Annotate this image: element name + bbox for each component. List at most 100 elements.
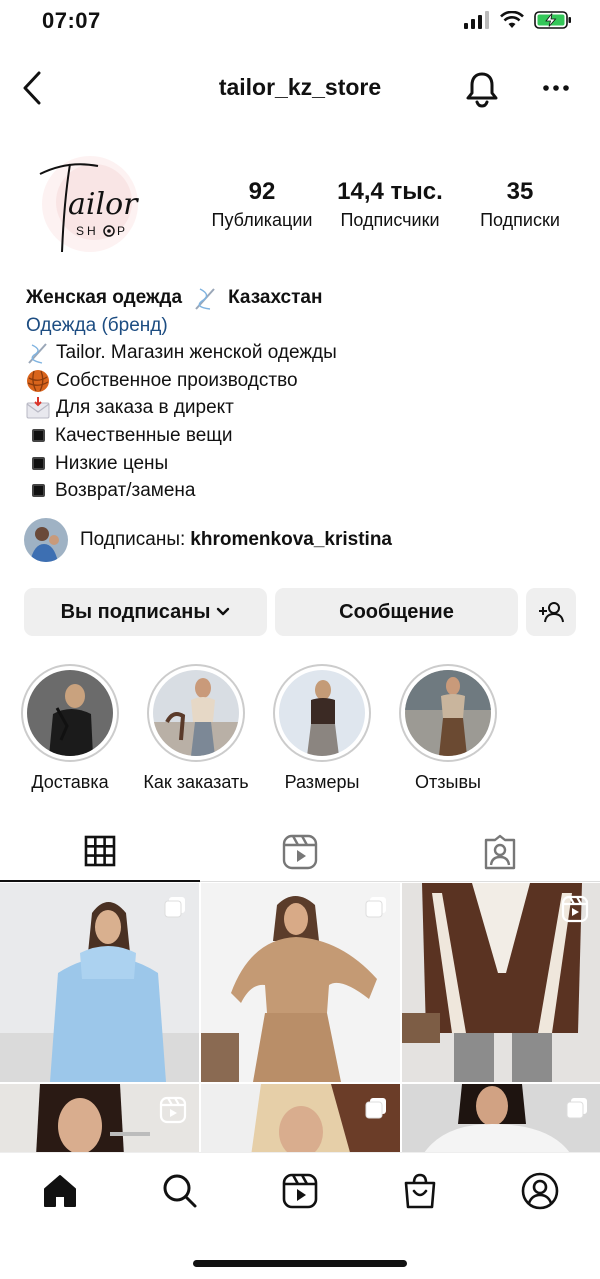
post-thumbnail[interactable] bbox=[402, 1084, 600, 1155]
follower-avatar bbox=[24, 518, 68, 562]
tab-reels[interactable] bbox=[270, 1169, 330, 1213]
stat-following-number: 35 bbox=[506, 178, 534, 205]
multiple-photos-icon bbox=[566, 1098, 587, 1119]
tab-home[interactable] bbox=[30, 1169, 90, 1213]
reels-icon bbox=[159, 1096, 187, 1124]
profile-avatar[interactable]: ailor SH P bbox=[28, 152, 152, 262]
highlight-sizes[interactable]: Размеры bbox=[262, 664, 382, 793]
svg-text:ailor: ailor bbox=[68, 187, 139, 222]
message-button[interactable]: Сообщение bbox=[275, 588, 518, 636]
highlight-label: Размеры bbox=[284, 772, 360, 792]
stat-following[interactable]: 35 Подписки bbox=[456, 178, 584, 231]
shopping-bag-icon bbox=[404, 1173, 436, 1209]
post-thumbnail[interactable] bbox=[201, 883, 400, 1082]
tagged-icon bbox=[484, 834, 516, 870]
highlight-how-to-order[interactable]: Как заказать bbox=[136, 664, 256, 793]
black-square-icon bbox=[32, 484, 45, 498]
highlight-cover bbox=[153, 670, 239, 756]
profile-header: ailor SH P 92 Публикации 14,4 тыс. Подпи… bbox=[0, 148, 600, 268]
svg-text:P: P bbox=[117, 224, 125, 238]
tab-tagged[interactable] bbox=[400, 822, 600, 882]
reels-icon bbox=[282, 834, 318, 870]
bio-category[interactable]: Одежда (бренд) bbox=[26, 312, 586, 340]
bio-line-text: Низкие цены bbox=[55, 452, 169, 474]
stat-followers[interactable]: 14,4 тыс. Подписчики bbox=[324, 178, 456, 231]
followed-by-prefix: Подписаны: bbox=[80, 529, 186, 550]
stat-followers-number: 14,4 тыс. bbox=[337, 178, 443, 205]
bio-name-suffix: Казахстан bbox=[228, 287, 323, 308]
highlight-reviews[interactable]: Отзывы bbox=[388, 664, 508, 793]
more-options-button[interactable] bbox=[540, 76, 572, 105]
following-button[interactable]: Вы подписаны bbox=[24, 588, 267, 636]
more-horizontal-icon bbox=[543, 85, 569, 91]
bio-line: Для заказа в директ bbox=[26, 394, 586, 422]
status-icons bbox=[464, 10, 572, 30]
bio-line: Собственное производство bbox=[26, 367, 586, 395]
profile-username: tailor_kz_store bbox=[218, 74, 382, 100]
cellular-signal-icon bbox=[464, 11, 489, 29]
yarn-ball-icon bbox=[27, 369, 49, 392]
highlight-label: Как заказать bbox=[143, 772, 249, 792]
black-square-icon bbox=[32, 456, 45, 470]
tab-shop[interactable] bbox=[390, 1169, 450, 1213]
needle-thread-icon bbox=[28, 343, 47, 364]
stat-followers-label: Подписчики bbox=[340, 210, 440, 230]
bio-name-line: Женская одежда Казахстан bbox=[26, 284, 586, 312]
tab-search[interactable] bbox=[150, 1169, 210, 1213]
bio-line-text: Tailor. Магазин женской одежды bbox=[56, 342, 337, 364]
profile-bio: Женская одежда Казахстан Одежда (бренд) … bbox=[26, 284, 586, 505]
svg-text:SH: SH bbox=[76, 224, 99, 238]
highlight-cover bbox=[405, 670, 491, 756]
bottom-tab-bar bbox=[0, 1152, 600, 1279]
multiple-photos-icon bbox=[365, 1098, 386, 1119]
nav-bar: tailor_kz_store bbox=[0, 60, 600, 116]
bio-line: Возврат/замена bbox=[26, 477, 586, 505]
post-thumbnail[interactable] bbox=[0, 1084, 199, 1155]
bio-line-text: Возврат/замена bbox=[55, 480, 196, 502]
reels-icon bbox=[282, 1173, 318, 1209]
following-button-label: Вы подписаны bbox=[60, 600, 211, 623]
highlight-label: Доставка bbox=[31, 772, 109, 792]
multiple-photos-icon bbox=[365, 897, 386, 918]
bio-line-text: Качественные вещи bbox=[55, 424, 233, 446]
stat-posts-number: 92 bbox=[248, 178, 276, 205]
home-indicator bbox=[193, 1260, 407, 1267]
black-square-icon bbox=[32, 429, 45, 443]
stat-posts-label: Публикации bbox=[211, 210, 313, 230]
tab-profile[interactable] bbox=[510, 1169, 570, 1213]
status-time: 07:07 bbox=[42, 8, 101, 33]
needle-thread-icon bbox=[195, 288, 215, 310]
wifi-icon bbox=[500, 11, 524, 28]
profile-avatar-icon bbox=[521, 1172, 559, 1210]
notifications-button[interactable] bbox=[464, 70, 500, 113]
status-bar: 07:07 bbox=[0, 0, 600, 44]
highlight-cover bbox=[279, 670, 365, 756]
bell-icon bbox=[466, 72, 498, 108]
post-thumbnail[interactable] bbox=[201, 1084, 400, 1155]
suggested-users-button[interactable] bbox=[526, 588, 576, 636]
search-icon bbox=[163, 1174, 197, 1208]
tab-posts-grid[interactable] bbox=[0, 822, 200, 882]
stat-posts[interactable]: 92 Публикации bbox=[200, 178, 324, 231]
followed-by-name: khromenkova_kristina bbox=[190, 529, 392, 550]
profile-actions: Вы подписаны Сообщение bbox=[24, 588, 576, 636]
bio-line-text: Для заказа в директ bbox=[56, 397, 234, 419]
highlight-delivery[interactable]: Доставка bbox=[10, 664, 130, 793]
incoming-envelope-icon bbox=[26, 397, 50, 419]
grid-icon bbox=[84, 835, 116, 867]
bio-name: Женская одежда bbox=[26, 287, 183, 308]
stat-following-label: Подписки bbox=[480, 210, 560, 230]
profile-stats: 92 Публикации 14,4 тыс. Подписчики 35 По… bbox=[200, 178, 584, 231]
post-thumbnail[interactable] bbox=[402, 883, 600, 1082]
add-person-icon bbox=[539, 602, 564, 623]
highlight-label: Отзывы bbox=[415, 772, 481, 792]
home-icon bbox=[44, 1175, 76, 1207]
tab-reels[interactable] bbox=[200, 822, 400, 882]
bio-line: Качественные вещи bbox=[26, 422, 586, 450]
post-thumbnail[interactable] bbox=[0, 883, 199, 1082]
battery-charging-icon bbox=[534, 11, 571, 29]
reels-icon bbox=[561, 895, 589, 923]
followed-by[interactable]: Подписаны: khromenkova_kristina bbox=[24, 518, 392, 562]
bio-line: Tailor. Магазин женской одежды bbox=[26, 339, 586, 367]
highlight-cover bbox=[27, 670, 113, 756]
